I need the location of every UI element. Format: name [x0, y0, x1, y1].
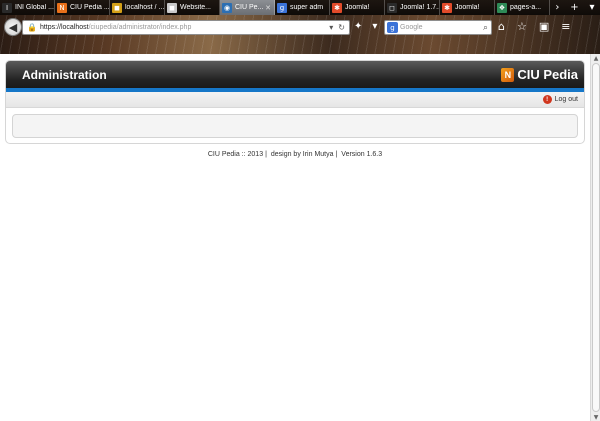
url-text[interactable]: https://localhost/ciupedia/administrator…	[40, 24, 191, 31]
tab-bar: I INI Global ... N CIU Pedia ... ◼ localhost …	[0, 0, 600, 15]
tab-close-icon[interactable]: ✕	[265, 4, 271, 12]
scroll-down-icon[interactable]: ▼	[592, 413, 600, 421]
tab-title: INI Global ...	[15, 4, 54, 11]
tab-favicon-icon: ✱	[332, 2, 342, 13]
bookmarks-icon[interactable]: ▣	[539, 20, 549, 33]
logout-icon: !	[542, 95, 552, 104]
tab-title: Website...	[180, 4, 211, 11]
page-title: Administration	[22, 67, 107, 82]
admin-panel: Administration N CIU Pedia ! Log out	[5, 60, 585, 144]
browser-toolbar-icons: ⌂ ☆ ▣ ≡	[498, 20, 570, 33]
tab-favicon-icon: ◼	[112, 2, 122, 13]
tab-title: Joomla!	[455, 4, 480, 11]
tab-favicon-icon: N	[57, 2, 67, 13]
scroll-thumb[interactable]	[592, 63, 600, 412]
admin-subbar: ! Log out	[6, 92, 584, 108]
tab-title: pages-a...	[510, 4, 542, 11]
lock-icon: 🔒	[27, 23, 37, 32]
tab-favicon-icon: I	[2, 2, 12, 13]
browser-tab[interactable]: ◼ localhost / ...	[110, 0, 165, 15]
new-tab-button[interactable]: +	[570, 2, 578, 13]
browser-tab[interactable]: I INI Global ...	[0, 0, 55, 15]
vertical-scrollbar[interactable]: ▲ ▼	[590, 54, 600, 421]
search-bar[interactable]: g Google ⌕	[384, 20, 492, 35]
tab-title: Joomla!	[345, 4, 370, 11]
browser-tab[interactable]: ✱ Joomla!	[330, 0, 385, 15]
search-magnifier-icon[interactable]: ⌕	[483, 23, 491, 33]
logout-link[interactable]: Log out	[555, 96, 578, 103]
tab-favicon-icon: ❖	[497, 2, 507, 13]
url-path: /ciupedia/administrator/index.php	[88, 24, 192, 31]
back-button[interactable]: ◀	[4, 18, 22, 36]
bookmark-star-icon[interactable]: ☆	[517, 20, 527, 33]
browser-tab[interactable]: ◻ Joomla! 1.7...	[385, 0, 440, 15]
browser-tab[interactable]: ✱ Joomla!	[440, 0, 495, 15]
home-icon[interactable]: ⌂	[498, 20, 505, 33]
search-input[interactable]: Google	[400, 24, 423, 31]
url-host: https://localhost	[39, 24, 89, 31]
logo-text: CIU Pedia	[517, 67, 578, 82]
content-panel	[12, 114, 578, 138]
tab-scroll-right-icon[interactable]: ›	[555, 2, 559, 13]
google-engine-icon[interactable]: g	[387, 22, 398, 33]
tab-favicon-icon: ◼	[167, 2, 177, 13]
tab-title: localhost / ...	[125, 4, 164, 11]
tab-favicon-icon: g	[277, 2, 287, 13]
footer-copyright: CIU Pedia :: 2013	[207, 151, 264, 158]
browser-tab[interactable]: N CIU Pedia ...	[55, 0, 110, 15]
scroll-up-icon[interactable]: ▲	[592, 54, 600, 62]
browser-tab[interactable]: ◼ Website...	[165, 0, 220, 15]
address-bar-actions: ▾ ↻	[329, 23, 349, 32]
footer-version: Version 1.6.3	[341, 151, 383, 158]
tab-list-button[interactable]: ▾	[590, 2, 595, 13]
tab-title: CIU Pe...	[235, 4, 264, 11]
logo-mark-icon: N	[501, 67, 515, 82]
address-bar[interactable]: 🔒 https://localhost/ciupedia/administrat…	[22, 20, 350, 35]
menu-icon[interactable]: ≡	[561, 20, 570, 33]
back-arrow-icon: ◀	[8, 20, 18, 34]
navigation-bar: ◀ 🔒 https://localhost/ciupedia/administr…	[0, 17, 600, 39]
browser-chrome: I INI Global ... N CIU Pedia ... ◼ localhost …	[0, 0, 600, 54]
tab-title: Joomla! 1.7...	[400, 4, 439, 11]
reload-icon[interactable]: ↻	[338, 23, 345, 32]
tab-title: super adm	[290, 4, 324, 11]
tab-favicon-icon: ◻	[387, 2, 397, 13]
tab-title: CIU Pedia ...	[70, 4, 109, 11]
tab-bar-controls: › + ▾	[550, 0, 600, 15]
site-logo: N CIU Pedia	[501, 67, 578, 82]
admin-header: Administration N CIU Pedia	[6, 61, 584, 88]
footer: CIU Pedia :: 2013 | design by Irin Mutya |…	[207, 151, 383, 158]
browser-tab[interactable]: g super adm	[275, 0, 330, 15]
tab-favicon-icon: ◉	[222, 2, 232, 13]
downloads-dropdown-icon[interactable]: ▾	[372, 21, 377, 32]
dropdown-arrow-icon[interactable]: ▾	[329, 23, 333, 32]
nav-extra-icons: ✦ ▾	[354, 21, 377, 32]
browser-tab[interactable]: ❖ pages-a...	[495, 0, 550, 15]
tab-favicon-icon: ✱	[442, 2, 452, 13]
footer-design: design by Irin Mutya	[270, 151, 334, 158]
history-icon[interactable]: ✦	[354, 21, 362, 32]
browser-tab[interactable]: ◉ CIU Pe... ✕	[220, 0, 275, 15]
